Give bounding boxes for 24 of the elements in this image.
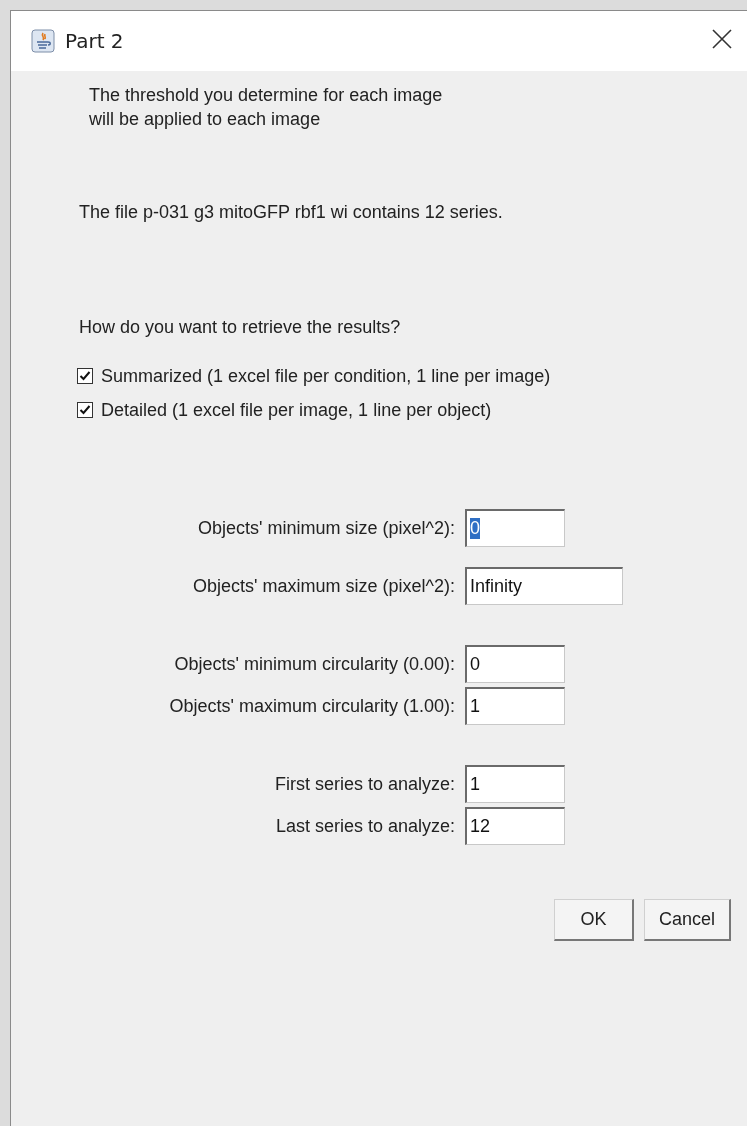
field-label: Objects' minimum size (pixel^2): (197, 517, 455, 539)
instruction-text: The threshold you determine for each image (89, 84, 444, 107)
question-text: How do you want to retrieve the results? (79, 316, 402, 339)
field-label: Objects' maximum circularity (1.00): (168, 695, 455, 717)
file-info-text: The file p-031 g3 mitoGFP rbf1 wi contains 12 series. (79, 201, 504, 224)
field-label: Objects' minimum circularity (0.00): (173, 653, 455, 675)
checkbox[interactable] (77, 402, 93, 418)
input-field[interactable]: 0 (465, 645, 565, 683)
checkbox-label[interactable]: Summarized (1 excel file per condition, 1 line per image) (101, 364, 551, 388)
instruction-text: will be applied to each image (89, 108, 322, 131)
input-field[interactable]: 0 (465, 509, 565, 547)
cancel-button[interactable]: Cancel (643, 899, 731, 941)
input-field[interactable]: Infinity (465, 567, 623, 605)
checkbox-label[interactable]: Detailed (1 excel file per image, 1 line per object) (101, 398, 492, 422)
input-field[interactable]: 12 (465, 807, 565, 845)
java-cup-icon (31, 29, 55, 53)
input-field[interactable]: 1 (465, 687, 565, 725)
ok-button[interactable]: OK (553, 899, 634, 941)
input-field[interactable]: 1 (465, 765, 565, 803)
field-label: Last series to analyze: (274, 815, 455, 837)
field-label: Objects' maximum size (pixel^2): (192, 575, 455, 597)
field-label: First series to analyze: (273, 773, 455, 795)
checkbox[interactable] (77, 368, 93, 384)
window-title: Part 2 (65, 29, 125, 53)
